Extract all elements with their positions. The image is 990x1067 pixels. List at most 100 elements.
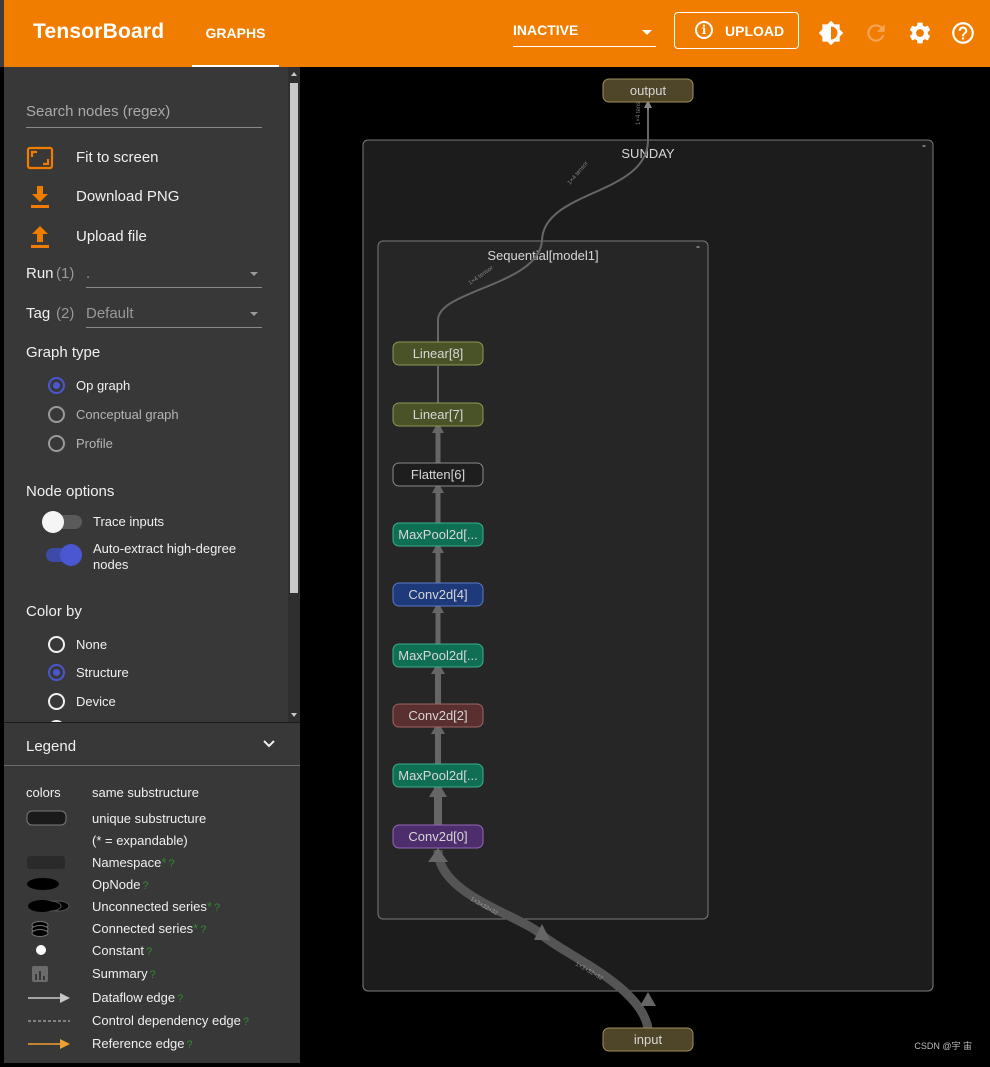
brightness-icon[interactable]: [818, 20, 844, 46]
auto-extract-toggle[interactable]: [42, 544, 84, 566]
help-link[interactable]: ?: [243, 1016, 249, 1028]
legend-control-text: Control dependency edge: [92, 1013, 241, 1028]
legend-opnode-text: OpNode: [92, 877, 141, 892]
radio-selected-icon: [48, 664, 65, 681]
plugin-select[interactable]: INACTIVE: [513, 22, 656, 47]
info-icon: i: [695, 21, 713, 39]
collapse-sequential-icon[interactable]: -: [696, 239, 700, 253]
constant-icon: [36, 945, 46, 955]
top-app-bar: TensorBoard GRAPHS INACTIVE i UPLOAD: [0, 0, 990, 67]
plugin-select-value: INACTIVE: [513, 22, 579, 38]
tab-graphs[interactable]: GRAPHS: [192, 0, 279, 67]
legend-unconnected-text: Unconnected series: [92, 899, 207, 914]
tag-field: Tag (2) Default: [26, 303, 262, 328]
legend-header[interactable]: Legend: [4, 723, 300, 766]
legend-expandable-note: (* = expandable): [92, 833, 188, 848]
expandable-asterisk: *: [206, 899, 212, 914]
reference-edge-icon: [28, 1039, 70, 1049]
upload-button[interactable]: i UPLOAD: [674, 12, 799, 49]
radio-color-structure-label: Structure: [76, 665, 129, 680]
legend-connected-series-label: Connected series*?: [92, 921, 206, 936]
help-link[interactable]: ?: [146, 946, 152, 958]
graph-svg[interactable]: SUNDAY - Sequential[model1] - 1×4 tensor…: [300, 67, 990, 1062]
legend-opnode-label: OpNode?: [92, 877, 149, 892]
radio-color-none-label: None: [76, 637, 108, 652]
legend-unique-substructure: unique substructure: [92, 811, 207, 826]
expandable-asterisk: *: [161, 855, 167, 870]
legend-connected-text: Connected series: [92, 921, 194, 936]
namespace-icon: [27, 856, 65, 869]
toggle-knob: [42, 511, 64, 533]
legend-constant-text: Constant: [92, 943, 145, 958]
legend-namespace-label: Namespace*?: [92, 855, 175, 870]
scroll-down-icon[interactable]: [291, 713, 297, 717]
node-output-label: output: [630, 83, 667, 98]
legend-dataflow-text: Dataflow edge: [92, 990, 176, 1005]
node-options-title: Node options: [26, 483, 115, 500]
search-nodes-input[interactable]: Search nodes (regex): [26, 103, 262, 128]
control-dependency-edge-icon: [28, 1020, 70, 1022]
tag-count: (2): [56, 305, 75, 322]
help-link[interactable]: ?: [200, 924, 206, 936]
radio-unselected-icon: [48, 435, 65, 452]
sidebar-scrollbar[interactable]: [288, 67, 300, 722]
opnode-icon: [27, 878, 59, 890]
help-icon[interactable]: [950, 20, 976, 46]
tag-dropdown-icon: [250, 312, 258, 316]
radio-unselected-icon: [48, 406, 65, 423]
tag-select-value: Default: [86, 305, 134, 322]
color-by-title: Color by: [26, 603, 82, 620]
trace-inputs-toggle[interactable]: [42, 511, 84, 533]
run-field: Run (1) .: [26, 263, 262, 288]
chevron-down-icon[interactable]: [262, 737, 276, 751]
unique-substructure-swatch: [26, 810, 67, 826]
trace-inputs-label: Trace inputs: [93, 514, 165, 529]
tag-select[interactable]: Default: [86, 303, 262, 328]
settings-icon[interactable]: [907, 20, 933, 46]
download-icon: [31, 186, 49, 208]
node-flatten6-label: Flatten[6]: [411, 467, 465, 482]
legend-title: Legend: [26, 738, 77, 755]
scroll-up-icon[interactable]: [291, 72, 297, 76]
help-link[interactable]: ?: [187, 1039, 193, 1051]
legend-reference-edge-label: Reference edge?: [92, 1036, 193, 1051]
toggle-knob: [60, 544, 82, 566]
window-edge: [0, 0, 4, 67]
radio-unselected-icon: [48, 636, 65, 653]
refresh-icon[interactable]: [863, 20, 889, 46]
connected-series-icon: [31, 921, 49, 937]
legend-namespace-text: Namespace: [92, 855, 162, 870]
search-placeholder: Search nodes (regex): [26, 103, 171, 120]
graph-canvas[interactable]: SUNDAY - Sequential[model1] - 1×4 tensor…: [300, 67, 990, 1062]
legend-reference-text: Reference edge: [92, 1036, 185, 1051]
help-link[interactable]: ?: [214, 902, 220, 914]
help-link[interactable]: ?: [142, 880, 148, 892]
dropdown-caret-icon: [642, 30, 652, 35]
auto-extract-label: Auto-extract high-degree nodes: [93, 541, 236, 573]
app-title: TensorBoard: [33, 20, 165, 43]
tab-graphs-label: GRAPHS: [205, 25, 266, 41]
node-conv0-label: Conv2d[0]: [408, 829, 467, 844]
fit-to-screen-label: Fit to screen: [76, 149, 159, 166]
help-link[interactable]: ?: [150, 969, 156, 981]
help-link[interactable]: ?: [177, 993, 183, 1005]
node-maxpool3-label: MaxPool2d[...: [398, 648, 478, 663]
run-select-value: .: [86, 265, 91, 282]
run-select[interactable]: .: [86, 263, 262, 288]
collapse-sunday-icon[interactable]: -: [922, 138, 926, 152]
download-png-label: Download PNG: [76, 188, 180, 205]
node-maxpool1-label: MaxPool2d[...: [398, 768, 478, 783]
node-conv4-label: Conv2d[4]: [408, 587, 467, 602]
node-linear8-label: Linear[8]: [413, 346, 464, 361]
dataflow-edge-icon: [28, 993, 70, 1003]
legend-summary-text: Summary: [92, 966, 148, 981]
help-link[interactable]: ?: [168, 858, 174, 870]
legend-colors-label: colors: [26, 785, 61, 800]
radio-op-graph-label: Op graph: [76, 378, 131, 393]
scrollbar-thumb[interactable]: [290, 83, 298, 593]
upload-button-label: UPLOAD: [725, 23, 785, 39]
run-dropdown-icon: [250, 272, 258, 276]
graph-controls-sidebar: Search nodes (regex) Fit to screen Downl…: [4, 67, 300, 722]
legend-constant-label: Constant?: [92, 943, 152, 958]
legend-same-substructure: same substructure: [92, 785, 199, 800]
